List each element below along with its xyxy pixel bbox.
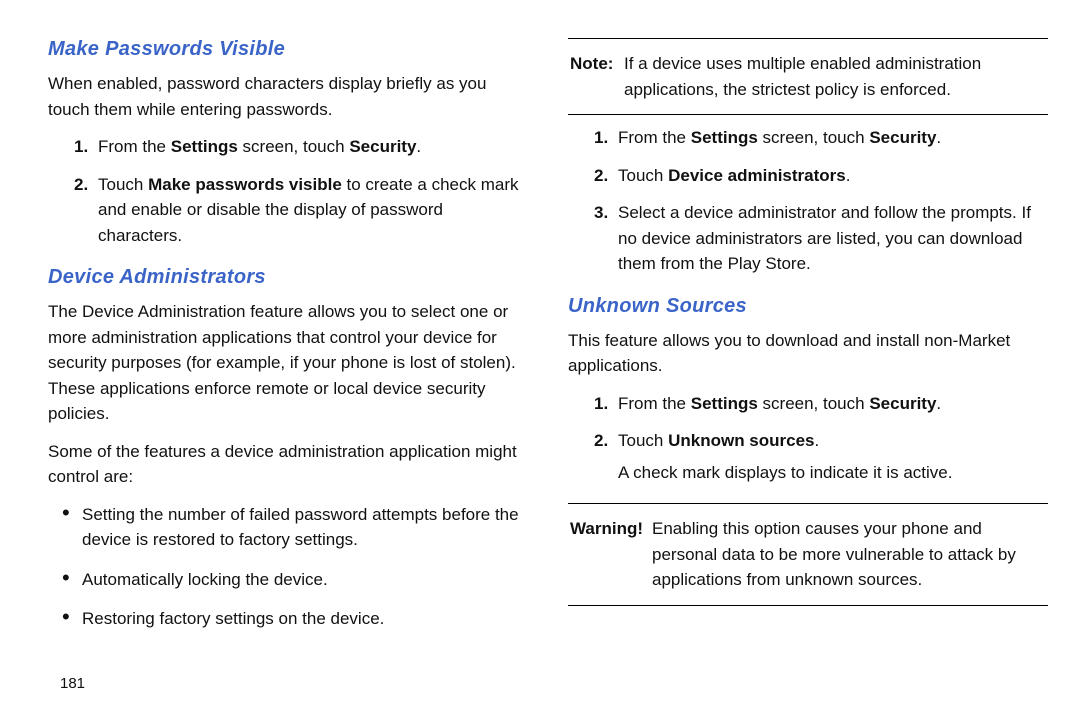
- bullet-list: Setting the number of failed password at…: [62, 502, 528, 632]
- steps-list: From the Settings screen, touch Security…: [594, 391, 1048, 486]
- t: From the: [618, 128, 691, 147]
- step-item: Touch Device administrators.: [594, 163, 1048, 189]
- note-block: Note: If a device uses multiple enabled …: [568, 39, 1048, 114]
- t: .: [416, 137, 421, 156]
- t: Security: [349, 137, 416, 156]
- bullet-item: Setting the number of failed password at…: [62, 502, 528, 553]
- body-text: This feature allows you to download and …: [568, 328, 1048, 379]
- t: screen, touch: [758, 128, 870, 147]
- t: Select a device administrator and follow…: [618, 203, 1031, 273]
- body-text: Some of the features a device administra…: [48, 439, 528, 490]
- t: screen, touch: [758, 394, 870, 413]
- heading-device-administrators: Device Administrators: [48, 266, 528, 289]
- step-item: From the Settings screen, touch Security…: [594, 391, 1048, 417]
- t: Touch: [618, 431, 668, 450]
- t: Touch: [618, 166, 668, 185]
- heading-make-passwords-visible: Make Passwords Visible: [48, 38, 528, 61]
- t: .: [815, 431, 820, 450]
- step-item: Touch Unknown sources. A check mark disp…: [594, 428, 1048, 485]
- steps-list: From the Settings screen, touch Security…: [594, 125, 1048, 277]
- t: Security: [869, 128, 936, 147]
- right-column: Note: If a device uses multiple enabled …: [568, 38, 1048, 720]
- warning-label: Warning!: [570, 516, 652, 593]
- t: Settings: [691, 394, 758, 413]
- bullet-item: Automatically locking the device.: [62, 567, 528, 593]
- steps-list: From the Settings screen, touch Security…: [74, 134, 528, 248]
- step-item: From the Settings screen, touch Security…: [594, 125, 1048, 151]
- t: .: [936, 128, 941, 147]
- warning-block: Warning! Enabling this option causes you…: [568, 504, 1048, 605]
- warning-text: Enabling this option causes your phone a…: [652, 516, 1046, 593]
- body-text: When enabled, password characters displa…: [48, 71, 528, 122]
- t: From the: [98, 137, 171, 156]
- divider: [568, 605, 1048, 606]
- t: Unknown sources: [668, 431, 814, 450]
- t: Touch: [98, 175, 148, 194]
- step-item: From the Settings screen, touch Security…: [74, 134, 528, 160]
- note-text: If a device uses multiple enabled admini…: [624, 51, 1046, 102]
- bullet-item: Restoring factory settings on the device…: [62, 606, 528, 632]
- step-subtext: A check mark displays to indicate it is …: [618, 460, 1048, 486]
- t: Security: [869, 394, 936, 413]
- t: Make passwords visible: [148, 175, 342, 194]
- heading-unknown-sources: Unknown Sources: [568, 295, 1048, 318]
- t: From the: [618, 394, 691, 413]
- t: Device administrators: [668, 166, 846, 185]
- t: Settings: [171, 137, 238, 156]
- body-text: The Device Administration feature allows…: [48, 299, 528, 427]
- t: Settings: [691, 128, 758, 147]
- t: .: [936, 394, 941, 413]
- t: screen, touch: [238, 137, 350, 156]
- left-column: Make Passwords Visible When enabled, pas…: [48, 38, 528, 720]
- t: .: [846, 166, 851, 185]
- page-number: 181: [60, 675, 85, 692]
- note-label: Note:: [570, 51, 624, 102]
- step-item: Touch Make passwords visible to create a…: [74, 172, 528, 249]
- step-item: Select a device administrator and follow…: [594, 200, 1048, 277]
- manual-page: Make Passwords Visible When enabled, pas…: [0, 0, 1080, 720]
- divider: [568, 114, 1048, 115]
